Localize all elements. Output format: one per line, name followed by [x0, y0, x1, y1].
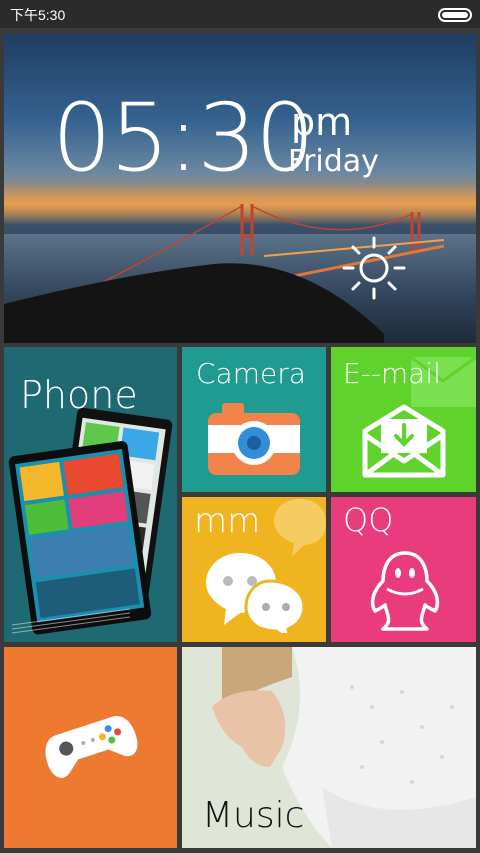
sun-icon [342, 236, 406, 300]
camera-label: Camera [196, 357, 306, 390]
gamepad-icon [45, 715, 138, 778]
mail-download-icon [362, 404, 446, 478]
mm-label: mm [194, 501, 261, 541]
clock-day: Friday [288, 144, 379, 179]
email-label: E--mail [343, 357, 441, 390]
camera-tile[interactable]: Camera [182, 347, 326, 492]
clock-weather-tile[interactable]: 05:30 pm Friday [4, 34, 476, 343]
chat-bubble-icon [206, 553, 304, 633]
music-tile[interactable]: Music [182, 647, 476, 848]
phone-label: Phone [20, 373, 138, 417]
status-time: 下午5:30 [10, 7, 66, 23]
qq-label: QQ [343, 501, 394, 539]
game-tile[interactable] [4, 647, 177, 848]
clock-time: 05:30 [52, 84, 315, 193]
battery-level [442, 12, 468, 18]
penguin-icon [370, 551, 440, 631]
music-label: Music [202, 795, 305, 836]
clock-ampm: pm [291, 100, 353, 144]
camera-icon [208, 403, 300, 475]
phone-tile[interactable]: Phone [4, 347, 177, 642]
qq-tile[interactable]: QQ [331, 497, 476, 642]
battery-icon [438, 8, 472, 22]
mm-tile[interactable]: mm [182, 497, 326, 642]
status-bar: 下午5:30 [0, 0, 480, 28]
email-tile[interactable]: E--mail [331, 347, 476, 492]
chat-bubble-decoration [274, 499, 326, 557]
